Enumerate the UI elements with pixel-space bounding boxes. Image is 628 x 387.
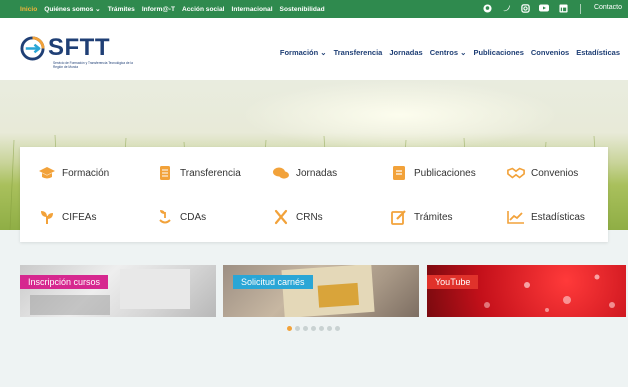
carousel-dot-6[interactable]	[327, 326, 332, 331]
edit-icon	[390, 209, 408, 225]
quicklink-cdas[interactable]: CDAs	[156, 209, 206, 225]
site-header: SFTT Servicio de Formación y Transferenc…	[0, 18, 628, 80]
logo-icon	[20, 35, 45, 61]
id-card-photo	[281, 265, 375, 317]
linkedin-icon[interactable]	[558, 3, 568, 13]
graduation-cap-icon	[38, 165, 56, 181]
laptop-photo	[30, 269, 190, 315]
quicklink-label: Jornadas	[296, 167, 338, 179]
nav-publicaciones[interactable]: Publicaciones	[473, 48, 523, 57]
contact-link[interactable]: Contacto	[594, 4, 622, 11]
quicklink-label: Trámites	[414, 211, 453, 223]
top-nav-informat[interactable]: Inform@-T	[142, 6, 175, 13]
handshake-icon	[507, 165, 525, 181]
top-nav: Inicio Quiénes somos ⌄ Trámites Inform@-…	[20, 5, 332, 14]
nav-estadisticas[interactable]: Estadísticas	[576, 48, 620, 57]
seedling-icon	[156, 209, 174, 225]
nav-formacion[interactable]: Formación ⌄	[280, 48, 327, 57]
quicklink-label: Estadísticas	[531, 211, 585, 223]
document-icon	[156, 165, 174, 181]
crossed-tools-icon	[272, 209, 290, 225]
carousel-dot-4[interactable]	[311, 326, 316, 331]
chat-icon	[272, 165, 290, 181]
carousel-dot-7[interactable]	[335, 326, 340, 331]
quicklink-tramites[interactable]: Trámites	[390, 209, 453, 225]
quicklink-jornadas[interactable]: Jornadas	[272, 165, 337, 181]
logo-wordmark: SFTT	[48, 34, 110, 61]
carousel-dot-1[interactable]	[287, 326, 292, 331]
youtube-icon[interactable]	[539, 3, 549, 13]
nav-centros[interactable]: Centros ⌄	[430, 48, 467, 57]
quicklink-label: CDAs	[180, 211, 207, 223]
top-nav-sostenibilidad[interactable]: Sostenibilidad	[280, 6, 325, 13]
quicklink-label: CIFEAs	[62, 211, 97, 223]
top-nav-tramites[interactable]: Trámites	[108, 6, 135, 13]
top-nav-quienes-somos[interactable]: Quiénes somos ⌄	[44, 5, 100, 13]
card-youtube[interactable]: YouTube	[427, 265, 626, 317]
sprout-icon	[38, 209, 56, 225]
card-tag: YouTube	[427, 275, 479, 289]
quicklink-transferencia[interactable]: Transferencia	[156, 165, 241, 181]
quicklink-cifeas[interactable]: CIFEAs	[38, 209, 96, 225]
main-nav: Formación ⌄ Transferencia Jornadas Centr…	[280, 48, 620, 57]
quicklink-publicaciones[interactable]: Publicaciones	[390, 165, 476, 181]
quick-links-panel: Formación Transferencia Jornadas Publica…	[20, 147, 608, 242]
quicklink-estadisticas[interactable]: Estadísticas	[507, 209, 585, 225]
github-icon[interactable]	[482, 3, 492, 13]
quicklink-label: Formación	[62, 167, 110, 179]
top-nav-accion-social[interactable]: Acción social	[182, 6, 225, 13]
book-icon	[390, 165, 408, 181]
quicklink-crns[interactable]: CRNs	[272, 209, 323, 225]
logo-subtitle: Servicio de Formación y Transferencia Te…	[53, 61, 133, 69]
nav-transferencia[interactable]: Transferencia	[334, 48, 383, 57]
top-nav-internacional[interactable]: Internacional	[232, 6, 273, 13]
top-bar: Inicio Quiénes somos ⌄ Trámites Inform@-…	[0, 0, 628, 18]
top-nav-inicio[interactable]: Inicio	[20, 6, 37, 13]
carousel-pagination	[287, 326, 340, 331]
top-bar-divider	[580, 4, 581, 14]
chart-icon	[507, 209, 525, 225]
card-tag: Solicitud carnés	[233, 275, 313, 289]
instagram-icon[interactable]	[520, 3, 530, 13]
card-inscripcion-cursos[interactable]: Inscripción cursos	[20, 265, 216, 317]
quicklink-label: CRNs	[296, 211, 323, 223]
site-logo[interactable]: SFTT Servicio de Formación y Transferenc…	[20, 34, 133, 69]
quicklink-label: Transferencia	[180, 167, 241, 179]
droplets-photo	[484, 274, 615, 312]
quicklink-label: Convenios	[531, 167, 579, 179]
carousel-dot-5[interactable]	[319, 326, 324, 331]
card-tag: Inscripción cursos	[20, 275, 109, 289]
quicklink-label: Publicaciones	[414, 167, 476, 179]
nav-convenios[interactable]: Convenios	[531, 48, 569, 57]
page-footer-spacer	[0, 340, 628, 387]
quicklink-convenios[interactable]: Convenios	[507, 165, 578, 181]
social-links	[482, 3, 568, 13]
carousel-dot-3[interactable]	[303, 326, 308, 331]
card-solicitud-carnes[interactable]: Solicitud carnés	[223, 265, 419, 317]
twitter-icon[interactable]	[501, 3, 511, 13]
quicklink-formacion[interactable]: Formación	[38, 165, 109, 181]
nav-jornadas[interactable]: Jornadas	[389, 48, 422, 57]
carousel-dot-2[interactable]	[295, 326, 300, 331]
